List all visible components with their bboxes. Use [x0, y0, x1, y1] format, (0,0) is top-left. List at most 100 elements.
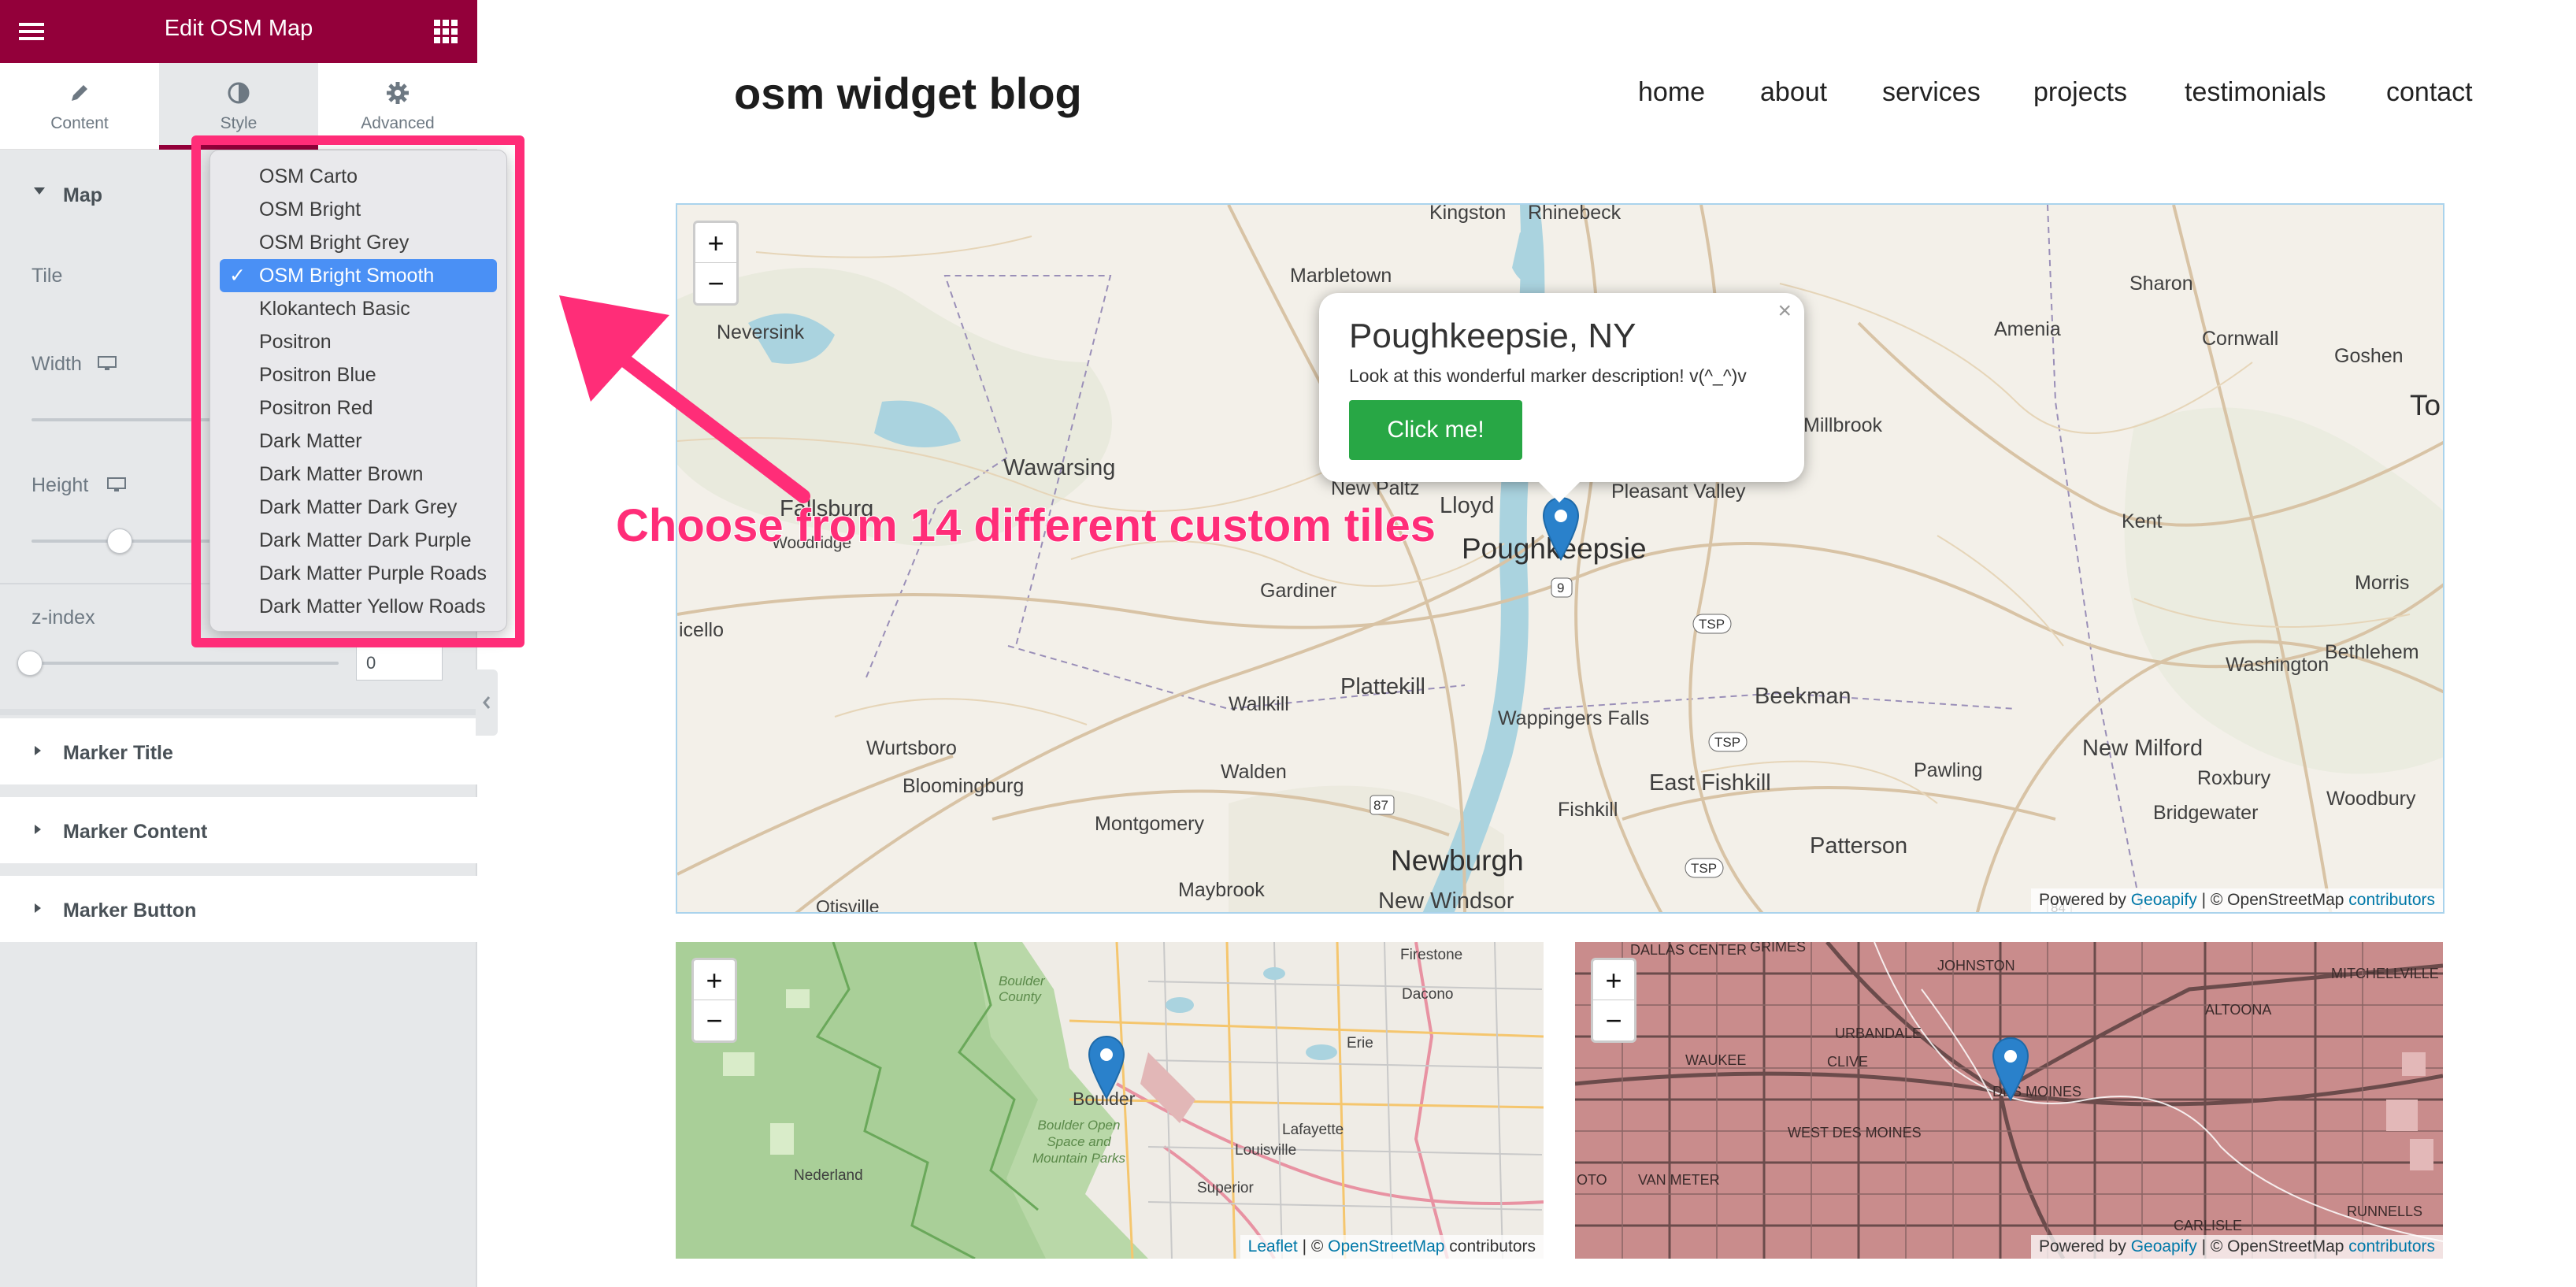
- map-label: Superior: [1197, 1180, 1254, 1196]
- map-label: Woodbury: [2326, 788, 2416, 810]
- map-label: Nederland: [794, 1167, 863, 1184]
- map-label: Bridgewater: [2153, 802, 2259, 824]
- nav-projects[interactable]: projects: [2033, 77, 2127, 108]
- zoom-control: + −: [1591, 958, 1636, 1043]
- zoom-in-button[interactable]: +: [694, 960, 735, 1000]
- route-tsp-label: TSP: [1699, 617, 1725, 632]
- zoom-out-button[interactable]: −: [694, 1000, 735, 1040]
- map-label: Pleasant Valley: [1611, 480, 1746, 503]
- map-label: CARLISLE: [2174, 1218, 2243, 1233]
- map-attribution: Powered by Geoapify | © OpenStreetMap co…: [2030, 888, 2443, 912]
- contributors-link[interactable]: contributors: [2348, 891, 2435, 909]
- des-moines-map[interactable]: DALLAS CENTER GRIMES JOHNSTON MITCHELLVI…: [1575, 942, 2443, 1259]
- tab-content[interactable]: Content: [0, 63, 159, 150]
- section-marker-content-header[interactable]: Marker Content: [0, 797, 477, 863]
- tab-content-label: Content: [50, 114, 109, 132]
- map-marker-icon[interactable]: [1087, 1035, 1126, 1100]
- zindex-slider-track[interactable]: [32, 662, 339, 665]
- desktop-icon[interactable]: [107, 477, 126, 493]
- popup-close-button[interactable]: ×: [1777, 298, 1792, 325]
- nav-services[interactable]: services: [1882, 77, 1981, 108]
- attribution-text: Powered by: [2038, 891, 2126, 909]
- nav-about[interactable]: about: [1760, 77, 1827, 108]
- editor-header: Edit OSM Map: [0, 0, 477, 63]
- attribution-text: Powered by: [2038, 1237, 2126, 1255]
- map-attribution: Leaflet | © OpenStreetMap contributors: [1240, 1235, 1544, 1259]
- map-label: Kingston: [1429, 203, 1507, 224]
- leaflet-link[interactable]: Leaflet: [1248, 1237, 1298, 1255]
- map-label: Walden: [1221, 761, 1287, 783]
- map-label: RUNNELLS: [2347, 1204, 2423, 1219]
- openstreetmap-link[interactable]: OpenStreetMap: [1328, 1237, 1444, 1255]
- map-label: WEST DES MOINES: [1788, 1125, 1922, 1140]
- contrast-icon: [226, 80, 251, 106]
- width-slider-track[interactable]: [32, 418, 213, 421]
- zoom-in-button[interactable]: +: [695, 223, 736, 263]
- tab-advanced-label: Advanced: [361, 114, 435, 132]
- map-label: OTO: [1577, 1172, 1607, 1188]
- section-marker-content-label: Marker Content: [63, 821, 208, 843]
- map-label: Montgomery: [1095, 813, 1204, 835]
- geoapify-link[interactable]: Geoapify: [2131, 1237, 2197, 1255]
- contributors-link[interactable]: contributors: [2348, 1237, 2435, 1255]
- annotation-highlight-box: [191, 135, 524, 647]
- map-label: Millbrook: [1803, 414, 1883, 436]
- map-label: Wurtsboro: [866, 737, 957, 759]
- map-marker-icon[interactable]: [1991, 1037, 2030, 1101]
- map-label: East Fishkill: [1649, 770, 1771, 796]
- map-label: Goshen: [2334, 345, 2404, 367]
- map-label: Gardiner: [1260, 580, 1337, 602]
- pencil-icon: [67, 80, 92, 106]
- map-label: DALLAS CENTER: [1630, 942, 1748, 958]
- desktop-icon[interactable]: [98, 356, 117, 372]
- tab-style-label: Style: [220, 114, 258, 132]
- popup-click-me-button[interactable]: Click me!: [1349, 400, 1522, 460]
- boulder-map[interactable]: Firestone Dacono Boulder County Erie Bou…: [676, 942, 1544, 1259]
- chevron-left-icon: [483, 696, 491, 709]
- zoom-in-button[interactable]: +: [1593, 960, 1634, 1000]
- height-label: Height: [32, 474, 89, 496]
- apps-grid-icon[interactable]: [432, 17, 460, 46]
- map-label: Wawarsing: [1003, 455, 1116, 480]
- map-attribution: Powered by Geoapify | © OpenStreetMap co…: [2030, 1235, 2443, 1259]
- route-87-label: 87: [1373, 798, 1388, 813]
- height-slider-knob[interactable]: [107, 529, 132, 554]
- map-marker-icon[interactable]: [1541, 496, 1581, 561]
- nav-home[interactable]: home: [1638, 77, 1705, 108]
- map-label: Wappingers Falls: [1498, 707, 1650, 729]
- map-label: Firestone: [1400, 947, 1463, 963]
- collapse-panel-handle[interactable]: [476, 669, 498, 736]
- attribution-text: | ©: [1297, 1237, 1329, 1255]
- map-label: GRIMES: [1750, 942, 1807, 955]
- attribution-text: | © OpenStreetMap: [2196, 1237, 2349, 1255]
- zoom-out-button[interactable]: −: [1593, 1000, 1634, 1040]
- map-label: Cornwall: [2202, 328, 2279, 350]
- geoapify-link[interactable]: Geoapify: [2131, 891, 2197, 909]
- map-label: Boulder Open Space and Mountain Parks: [1032, 1118, 1126, 1166]
- section-marker-title-header[interactable]: Marker Title: [0, 718, 477, 784]
- map-label: WAUKEE: [1685, 1052, 1747, 1068]
- tile-label: Tile: [32, 265, 63, 287]
- caret-right-icon: [32, 900, 44, 916]
- zindex-slider-knob[interactable]: [17, 651, 43, 676]
- gear-icon: [385, 80, 410, 106]
- site-title[interactable]: osm widget blog: [734, 68, 1082, 119]
- map-label: Beekman: [1755, 684, 1851, 709]
- map-label: New Windsor: [1378, 888, 1514, 914]
- section-marker-button-header[interactable]: Marker Button: [0, 876, 477, 942]
- nav-testimonials[interactable]: testimonials: [2185, 77, 2326, 108]
- section-map-title: Map: [63, 184, 102, 206]
- zindex-input[interactable]: 0: [356, 644, 443, 681]
- map-label: Maybrook: [1178, 879, 1265, 901]
- map-label: Washington: [2226, 654, 2330, 676]
- map-label: URBANDALE: [1835, 1026, 1922, 1041]
- route-9-label: 9: [1557, 580, 1564, 595]
- map-label: Morris: [2355, 572, 2410, 594]
- route-tsp-label: TSP: [1691, 861, 1717, 876]
- map-label: Lafayette: [1282, 1122, 1344, 1138]
- section-marker-title-label: Marker Title: [63, 742, 173, 764]
- map-label: Dacono: [1402, 986, 1454, 1003]
- map-label: Lloyd: [1440, 493, 1495, 518]
- nav-contact[interactable]: contact: [2386, 77, 2473, 108]
- popup-tip: [1536, 479, 1583, 503]
